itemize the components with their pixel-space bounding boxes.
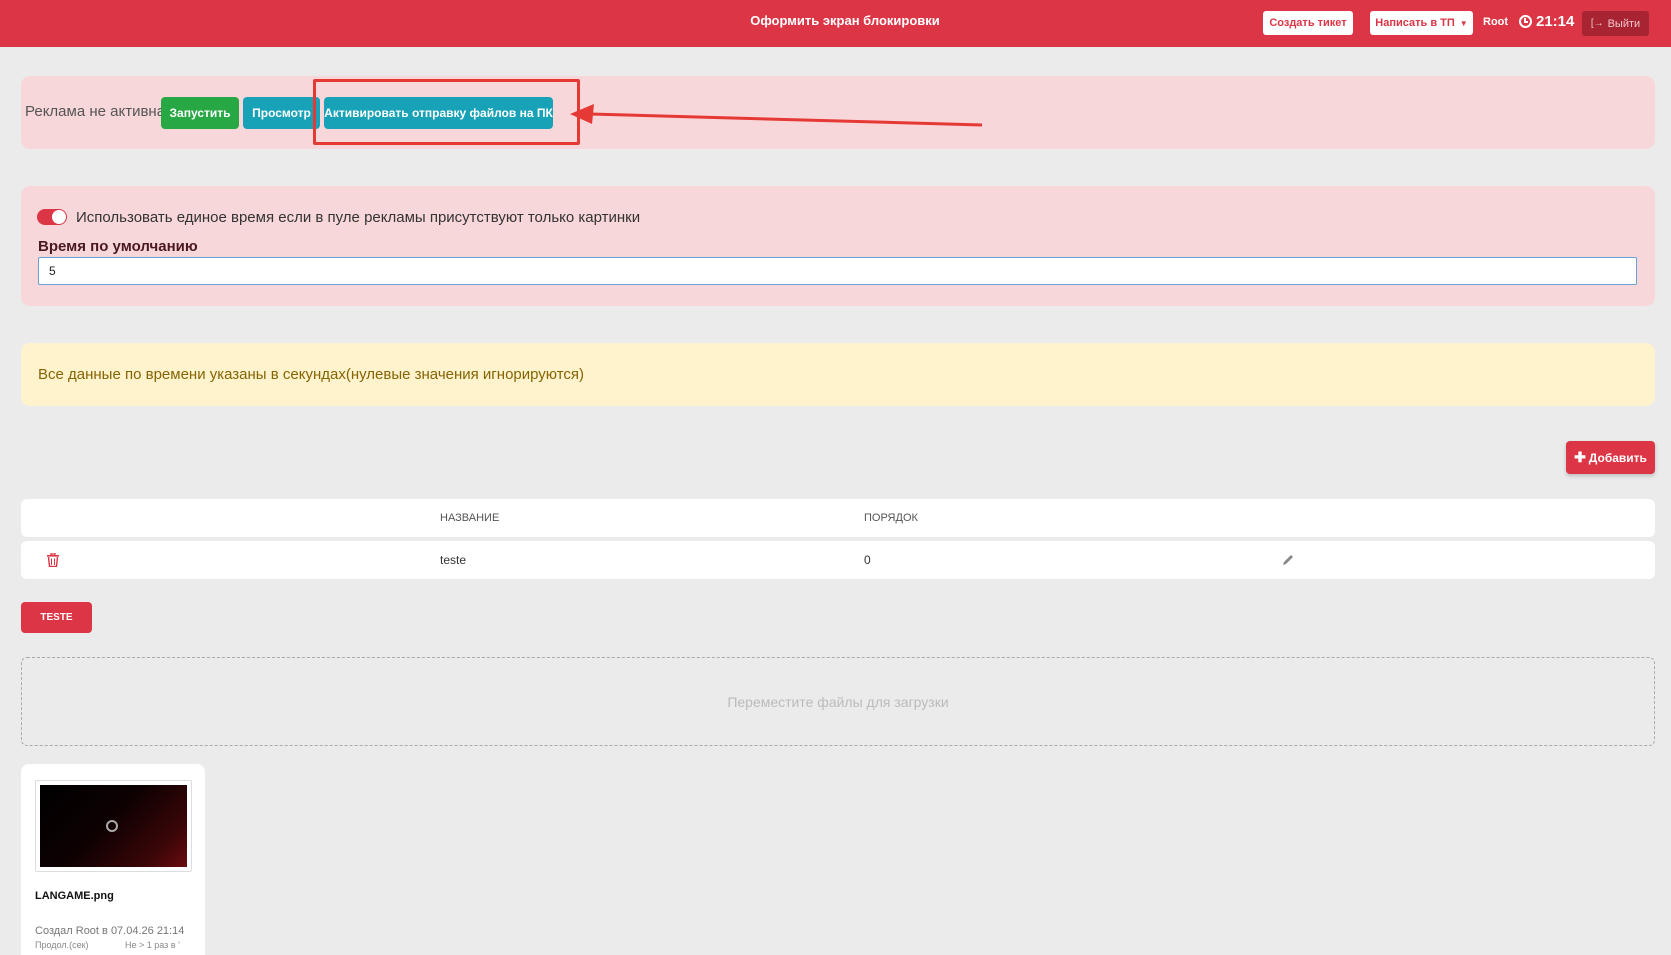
row-name: teste — [440, 553, 467, 567]
default-time-input[interactable] — [38, 257, 1637, 285]
table-row: teste 0 — [21, 541, 1655, 579]
uniform-time-label: Использовать единое время если в пуле ре… — [76, 209, 641, 226]
file-thumbnail — [40, 785, 187, 867]
create-ticket-button[interactable]: Создать тикет — [1263, 11, 1353, 35]
thumbnail-frame — [35, 780, 192, 872]
logout-button[interactable]: [→ Выйти — [1582, 11, 1649, 36]
logo-icon — [106, 820, 118, 832]
default-time-label: Время по умолчанию — [38, 238, 198, 255]
uniform-time-toggle[interactable] — [37, 209, 67, 225]
top-navbar: Оформить экран блокировки Создать тикет … — [0, 0, 1671, 47]
file-card[interactable]: LANGAME.png Создал Root в 07.04.26 21:14… — [21, 764, 205, 955]
caret-down-icon: ▼ — [1459, 18, 1468, 28]
write-support-label: Написать в ТП — [1375, 17, 1455, 29]
row-order: 0 — [864, 553, 871, 567]
user-name: Root — [1483, 16, 1509, 28]
file-created: Создал Root в 07.04.26 21:14 — [35, 925, 185, 937]
add-button[interactable]: ✚ Добавить — [1566, 441, 1655, 474]
toggle-knob — [52, 210, 66, 224]
write-support-dropdown[interactable]: Написать в ТП ▼ — [1370, 11, 1473, 35]
table-header: НАЗВАНИЕ ПОРЯДОК — [21, 499, 1655, 537]
pencil-icon[interactable] — [1281, 553, 1295, 567]
add-label: Добавить — [1588, 450, 1647, 465]
logout-label: Выйти — [1607, 17, 1641, 30]
column-header-order: ПОРЯДОК — [864, 512, 918, 524]
ad-status-text: Реклама не активна — [25, 103, 166, 120]
clock-icon — [1519, 15, 1532, 28]
file-dropzone[interactable]: Переместите файлы для загрузки — [21, 657, 1655, 746]
info-text: Все данные по времени указаны в секундах… — [38, 366, 585, 383]
frequency-rule: Не > 1 раз в ' — [125, 940, 180, 950]
column-header-name: НАЗВАНИЕ — [440, 512, 500, 524]
preview-button[interactable]: Просмотр — [243, 97, 320, 129]
file-name: LANGAME.png — [35, 890, 114, 902]
start-ad-button[interactable]: Запустить — [161, 97, 239, 129]
settings-panel — [21, 186, 1655, 306]
plus-icon: ✚ — [1574, 449, 1586, 465]
clock-time: 21:14 — [1536, 13, 1575, 30]
duration-label: Продол.(сек) — [35, 940, 89, 950]
trash-icon[interactable] — [47, 553, 59, 567]
logout-icon: [→ — [1590, 18, 1604, 29]
tag-button[interactable]: TESTE — [21, 602, 92, 633]
highlight-box — [313, 79, 580, 145]
